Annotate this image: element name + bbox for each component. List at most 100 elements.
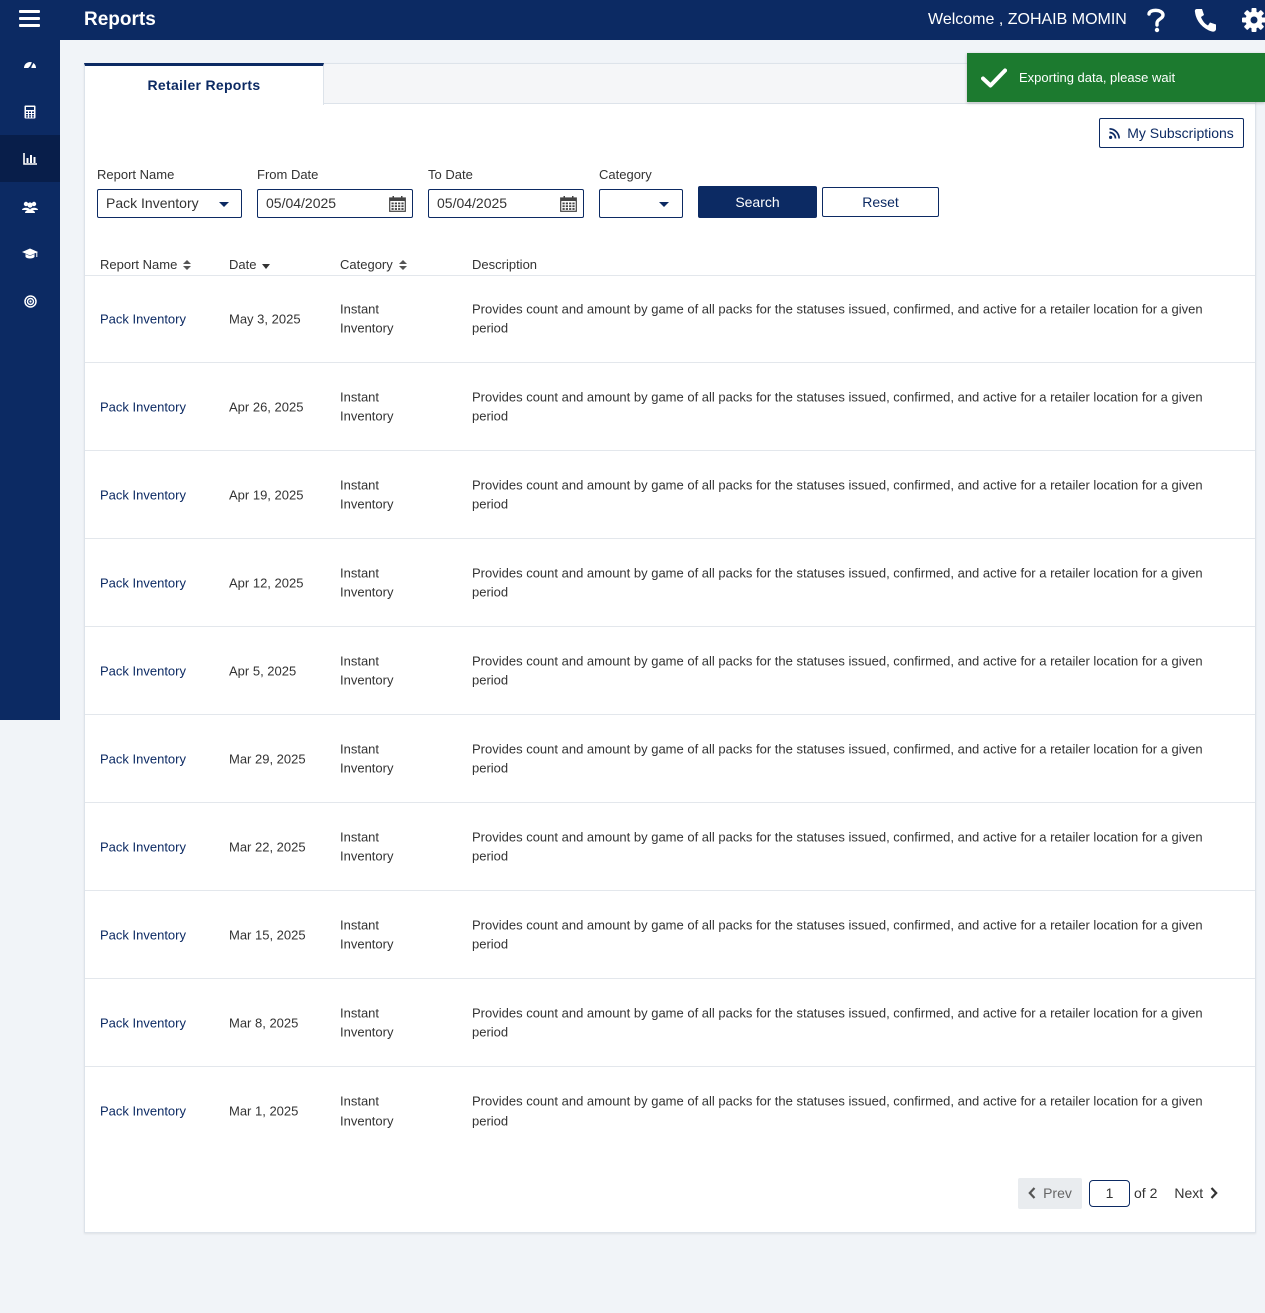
report-category: Instant Inventory <box>340 301 394 336</box>
bar-chart-icon <box>23 152 37 165</box>
report-category: Instant Inventory <box>340 917 394 952</box>
table-row: Pack Inventory Mar 1, 2025 Instant Inven… <box>85 1067 1255 1155</box>
sidebar-item-target[interactable] <box>0 278 60 325</box>
sidebar-item-users[interactable] <box>0 183 60 230</box>
sort-icon <box>398 259 407 270</box>
reset-button[interactable]: Reset <box>822 187 939 217</box>
calendar-icon[interactable] <box>389 196 406 212</box>
table-row: Pack Inventory Apr 26, 2025 Instant Inve… <box>85 363 1255 451</box>
report-link[interactable]: Pack Inventory <box>100 925 186 945</box>
sidebar-item-calculator[interactable] <box>0 88 60 135</box>
report-link[interactable]: Pack Inventory <box>100 661 186 681</box>
report-description: Provides count and amount by game of all… <box>472 301 1203 336</box>
sort-icon <box>183 259 192 270</box>
tab-retailer-reports[interactable]: Retailer Reports <box>84 63 324 105</box>
report-link[interactable]: Pack Inventory <box>100 749 186 769</box>
table-row: Pack Inventory Mar 8, 2025 Instant Inven… <box>85 979 1255 1067</box>
report-description: Provides count and amount by game of all… <box>472 1005 1203 1040</box>
sidebar-item-reports[interactable] <box>0 135 60 182</box>
top-bar: Reports Welcome , ZOHAIB MOMIN <box>0 0 1265 40</box>
page-title: Reports <box>84 9 156 30</box>
column-header-date[interactable]: Date <box>229 257 271 272</box>
table-row: Pack Inventory Mar 22, 2025 Instant Inve… <box>85 803 1255 891</box>
table-row: Pack Inventory Apr 12, 2025 Instant Inve… <box>85 539 1255 627</box>
export-toast: Exporting data, please wait <box>967 53 1265 102</box>
report-description: Provides count and amount by game of all… <box>472 477 1203 512</box>
report-description: Provides count and amount by game of all… <box>472 565 1203 600</box>
report-link[interactable]: Pack Inventory <box>100 1101 186 1121</box>
report-date: Mar 22, 2025 <box>229 838 306 854</box>
report-name-select[interactable]: Pack Inventory <box>97 189 242 218</box>
category-label: Category <box>599 167 652 182</box>
report-date: May 3, 2025 <box>229 310 301 326</box>
page-count: of 2 <box>1134 1185 1158 1201</box>
report-link[interactable]: Pack Inventory <box>100 485 186 505</box>
report-date: Apr 5, 2025 <box>229 662 297 678</box>
table-row: Pack Inventory May 3, 2025 Instant Inven… <box>85 275 1255 363</box>
category-select[interactable] <box>599 189 683 218</box>
report-description: Provides count and amount by game of all… <box>472 389 1203 424</box>
table-row: Pack Inventory Mar 29, 2025 Instant Inve… <box>85 715 1255 803</box>
report-date: Mar 29, 2025 <box>229 750 306 766</box>
chevron-left-icon <box>1028 1187 1036 1199</box>
report-link[interactable]: Pack Inventory <box>100 309 186 329</box>
from-date-input[interactable]: 05/04/2025 <box>257 189 413 218</box>
column-header-category[interactable]: Category <box>340 257 407 272</box>
report-date: Apr 12, 2025 <box>229 574 304 590</box>
column-header-report-name[interactable]: Report Name <box>100 257 192 272</box>
users-icon <box>22 201 38 213</box>
target-icon <box>23 295 37 308</box>
report-category: Instant Inventory <box>340 829 394 864</box>
report-date: Mar 15, 2025 <box>229 926 306 942</box>
report-link[interactable]: Pack Inventory <box>100 837 186 857</box>
sidebar-item-training[interactable] <box>0 230 60 277</box>
report-name-value: Pack Inventory <box>106 195 199 211</box>
help-icon[interactable] <box>1146 7 1166 38</box>
dashboard-icon <box>24 61 36 69</box>
phone-icon[interactable] <box>1193 7 1217 38</box>
report-link[interactable]: Pack Inventory <box>100 1013 186 1033</box>
search-button[interactable]: Search <box>698 186 817 218</box>
rss-icon <box>1109 127 1121 139</box>
report-description: Provides count and amount by game of all… <box>472 741 1203 776</box>
report-description: Provides count and amount by game of all… <box>472 829 1203 864</box>
next-label: Next <box>1174 1185 1204 1201</box>
my-subscriptions-button[interactable]: My Subscriptions <box>1099 118 1244 148</box>
gear-icon[interactable] <box>1241 7 1265 38</box>
column-header-description: Description <box>472 257 538 272</box>
prev-label: Prev <box>1043 1185 1072 1201</box>
chevron-down-icon <box>659 202 669 207</box>
report-link[interactable]: Pack Inventory <box>100 397 186 417</box>
table-body: Pack Inventory May 3, 2025 Instant Inven… <box>85 275 1255 1155</box>
prev-page-button[interactable]: Prev <box>1018 1177 1082 1209</box>
report-description: Provides count and amount by game of all… <box>472 917 1203 952</box>
reports-card: Retailer Reports My Subscriptions Report… <box>84 63 1256 1233</box>
next-page-button[interactable]: Next <box>1174 1185 1218 1201</box>
calendar-icon[interactable] <box>560 196 577 212</box>
to-date-input[interactable]: 05/04/2025 <box>428 189 584 218</box>
pagination: Prev of 2 Next <box>1018 1177 1218 1209</box>
report-date: Mar 8, 2025 <box>229 1014 299 1030</box>
sidebar-item-dashboard[interactable] <box>0 40 60 87</box>
to-date-label: To Date <box>428 167 473 182</box>
menu-icon[interactable] <box>19 10 40 28</box>
sidebar <box>0 40 60 720</box>
report-category: Instant Inventory <box>340 565 394 600</box>
report-category: Instant Inventory <box>340 389 394 424</box>
report-category: Instant Inventory <box>340 1005 394 1040</box>
report-date: Apr 26, 2025 <box>229 398 304 414</box>
report-category: Instant Inventory <box>340 741 394 776</box>
my-subscriptions-label: My Subscriptions <box>1127 125 1234 141</box>
table-row: Pack Inventory Apr 5, 2025 Instant Inven… <box>85 627 1255 715</box>
table-header: Report Name Date Category Description <box>85 254 1255 276</box>
toast-message: Exporting data, please wait <box>1019 70 1176 85</box>
report-category: Instant Inventory <box>340 477 394 512</box>
report-category: Instant Inventory <box>340 653 394 688</box>
from-date-value: 05/04/2025 <box>266 195 337 211</box>
table-row: Pack Inventory Mar 15, 2025 Instant Inve… <box>85 891 1255 979</box>
report-link[interactable]: Pack Inventory <box>100 573 186 593</box>
page-number-input[interactable] <box>1089 1179 1130 1207</box>
to-date-value: 05/04/2025 <box>437 195 508 211</box>
calculator-icon <box>24 105 36 118</box>
report-description: Provides count and amount by game of all… <box>472 653 1203 688</box>
